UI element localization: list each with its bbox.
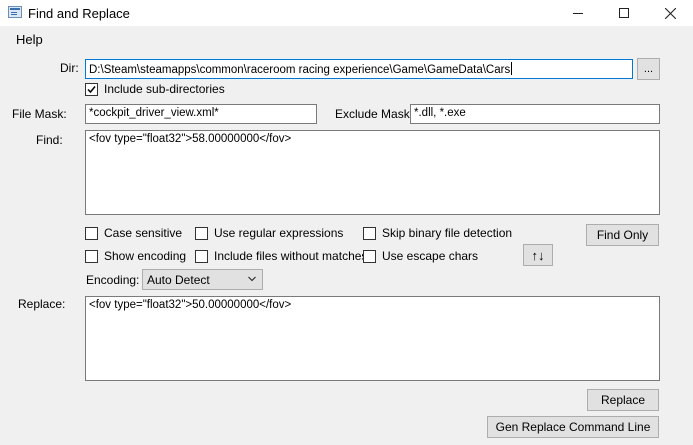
app-icon [8,6,22,18]
show-encoding-label: Show encoding [104,249,187,263]
exclude-mask-label: Exclude Mask: [335,107,414,121]
chevron-down-icon [248,276,256,282]
use-regex-checkbox[interactable]: Use regular expressions [195,226,343,240]
include-no-match-checkbox[interactable]: Include files without matches [195,249,367,263]
dir-input[interactable]: D:\Steam\steamapps\common\raceroom racin… [85,59,633,79]
encoding-select[interactable]: Auto Detect [142,269,263,290]
window-bottom-edge [0,438,693,445]
checkmark-icon [87,85,96,93]
replace-button[interactable]: Replace [587,389,659,411]
skip-binary-label: Skip binary file detection [382,226,513,240]
minimize-button[interactable] [555,0,601,26]
encoding-label: Encoding: [86,273,140,287]
show-encoding-checkbox[interactable]: Show encoding [85,249,186,263]
find-label: Find: [36,133,63,147]
close-button[interactable] [647,0,693,26]
text-caret [511,62,513,75]
skip-binary-checkbox[interactable]: Skip binary file detection [363,226,512,240]
maximize-button[interactable] [601,0,647,26]
replace-textarea[interactable]: <fov type="float32">50.00000000</fov> [85,296,660,381]
include-subdirs-checkbox[interactable]: Include sub-directories [85,82,225,96]
gen-command-line-button[interactable]: Gen Replace Command Line [487,416,659,438]
close-icon [664,7,676,19]
minimize-icon [573,13,583,14]
file-mask-label: File Mask: [12,107,67,121]
checkbox-box[interactable] [85,249,98,263]
checkbox-box[interactable] [195,226,208,240]
checkbox-box[interactable] [85,82,98,96]
menu-help[interactable]: Help [16,32,43,47]
use-regex-label: Use regular expressions [214,226,344,240]
find-only-button[interactable]: Find Only [586,224,659,246]
use-escape-checkbox[interactable]: Use escape chars [363,249,478,263]
encoding-select-value: Auto Detect [147,273,210,287]
browse-button[interactable]: ... [637,58,660,80]
case-sensitive-label: Case sensitive [104,226,183,240]
include-no-match-label: Include files without matches [214,249,368,263]
replace-label: Replace: [18,297,66,311]
maximize-icon [619,8,629,18]
checkbox-box[interactable] [363,249,376,263]
dir-label: Dir: [60,61,79,75]
checkbox-box[interactable] [85,226,98,240]
checkbox-box[interactable] [195,249,208,263]
dir-input-value: D:\Steam\steamapps\common\raceroom racin… [89,64,511,76]
swap-button[interactable]: ↑↓ [523,244,553,266]
title-bar[interactable]: Find and Replace [0,0,693,26]
use-escape-label: Use escape chars [382,249,479,263]
include-subdirs-label: Include sub-directories [104,82,225,96]
checkbox-box[interactable] [363,226,376,240]
case-sensitive-checkbox[interactable]: Case sensitive [85,226,182,240]
window-title: Find and Replace [28,6,130,21]
find-textarea[interactable]: <fov type="float32">58.00000000</fov> [85,130,660,215]
exclude-mask-input[interactable]: *.dll, *.exe [410,104,660,124]
menu-bar: Help [0,28,693,50]
file-mask-input[interactable]: *cockpit_driver_view.xml* [85,104,317,124]
